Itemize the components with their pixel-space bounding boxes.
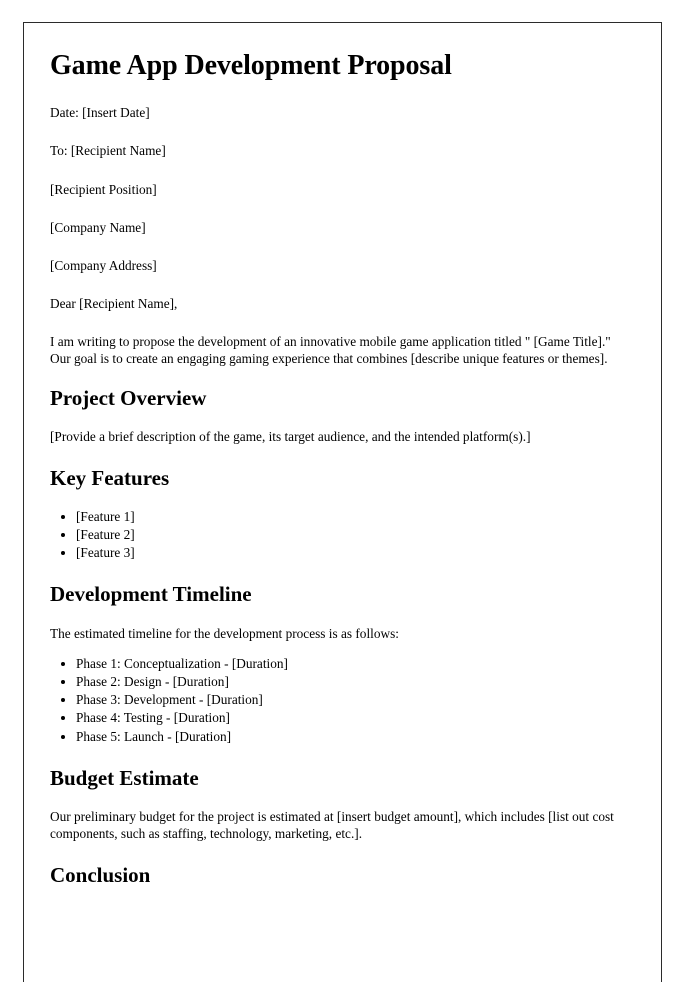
meta-line-date: Date: [Insert Date] bbox=[50, 105, 150, 121]
list-item: [Feature 3] bbox=[76, 544, 635, 562]
heading-key-features: Key Features bbox=[50, 465, 170, 490]
heading-conclusion: Conclusion bbox=[50, 863, 151, 888]
letterhead-block: Date: [Insert Date] To: [Recipient Name]… bbox=[50, 104, 635, 274]
list-item: Phase 4: Testing - [Duration] bbox=[76, 709, 635, 727]
budget-estimate-body: Our preliminary budget for the project i… bbox=[50, 808, 614, 842]
meta-line-company-address: [Company Address] bbox=[50, 258, 157, 274]
section-key-features: Key Features [Feature 1] [Feature 2] [Fe… bbox=[50, 466, 635, 562]
meta-line-recipient-name: To: [Recipient Name] bbox=[50, 143, 166, 159]
intro-paragraph: I am writing to propose the development … bbox=[50, 333, 611, 367]
timeline-lead-in: The estimated timeline for the developme… bbox=[50, 625, 399, 641]
document-body: Game App Development Proposal Date: [Ins… bbox=[24, 23, 661, 888]
list-item: Phase 2: Design - [Duration] bbox=[76, 673, 635, 691]
salutation: Dear [Recipient Name], bbox=[50, 296, 178, 312]
meta-line-company-name: [Company Name] bbox=[50, 219, 146, 235]
section-development-timeline: Development Timeline The estimated timel… bbox=[50, 582, 635, 745]
document-page: Game App Development Proposal Date: [Ins… bbox=[23, 22, 662, 982]
page-title: Game App Development Proposal bbox=[50, 50, 452, 81]
key-features-list: [Feature 1] [Feature 2] [Feature 3] bbox=[50, 508, 635, 562]
list-item: [Feature 2] bbox=[76, 526, 635, 544]
list-item: [Feature 1] bbox=[76, 508, 635, 526]
list-item: Phase 3: Development - [Duration] bbox=[76, 691, 635, 709]
list-item: Phase 1: Conceptualization - [Duration] bbox=[76, 655, 635, 673]
heading-budget-estimate: Budget Estimate bbox=[50, 765, 199, 790]
section-project-overview: Project Overview [Provide a brief descri… bbox=[50, 386, 635, 446]
project-overview-body: [Provide a brief description of the game… bbox=[50, 429, 531, 445]
heading-development-timeline: Development Timeline bbox=[50, 582, 252, 607]
heading-project-overview: Project Overview bbox=[50, 386, 207, 411]
development-timeline-list: Phase 1: Conceptualization - [Duration] … bbox=[50, 655, 635, 745]
section-conclusion: Conclusion bbox=[50, 863, 635, 888]
list-item: Phase 5: Launch - [Duration] bbox=[76, 728, 635, 746]
section-budget-estimate: Budget Estimate Our preliminary budget f… bbox=[50, 766, 635, 844]
meta-line-recipient-position: [Recipient Position] bbox=[50, 181, 157, 197]
